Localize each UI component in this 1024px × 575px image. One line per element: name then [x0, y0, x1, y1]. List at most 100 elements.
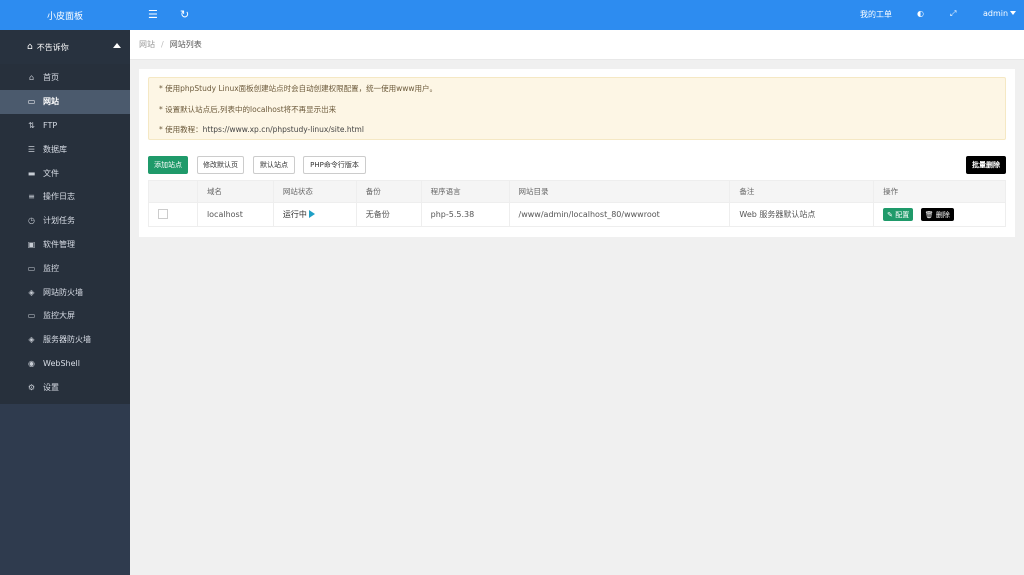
trash-icon: 🗑 — [924, 210, 936, 219]
notice-box: * 使用phpStudy Linux面板创建站点时会自动创建权限配置，统一使用w… — [148, 77, 1006, 140]
column-header-backup: 备份 — [355, 180, 422, 203]
monitor-chart-icon: ▭ — [27, 263, 36, 273]
row-checkbox[interactable] — [158, 208, 168, 219]
sidebar-item-1[interactable]: ▭ 网站 — [0, 89, 130, 114]
column-header-domain: 域名 — [196, 180, 274, 203]
sidebar-item-0[interactable]: ⌂ 首页 — [0, 66, 130, 90]
column-header-directory: 网站目录 — [508, 180, 731, 203]
sidebar-item-7[interactable]: ▣ 软件管理 — [0, 233, 130, 257]
sidebar-item-label: 软件管理 — [43, 239, 75, 249]
bulk-delete-button[interactable]: 批量删除 — [966, 156, 1006, 174]
column-header-remark: 备注 — [729, 180, 875, 203]
php-cli-version-button[interactable]: PHP命令行版本 — [303, 156, 366, 174]
my-tickets-link[interactable]: 我的工单 — [860, 9, 892, 20]
sidebar-item-5[interactable]: ≡ 操作日志 — [0, 185, 130, 209]
monitor-icon: ▭ — [27, 97, 36, 107]
sidebar-item-label: 监控大屏 — [43, 311, 75, 321]
home-icon: ⌂ — [28, 73, 35, 83]
menu-toggle-icon[interactable]: ☰ — [148, 8, 158, 21]
shield-icon: ◈ — [28, 287, 35, 297]
breadcrumb-current: 网站列表 — [169, 40, 202, 49]
sidebar-group-header[interactable]: ⌂ 不告诉你 — [0, 30, 130, 64]
home-outline-icon: ⌂ — [27, 42, 33, 52]
screen-icon: ▭ — [27, 311, 36, 321]
breadcrumb-separator: / — [161, 40, 164, 49]
sidebar-item-label: 设置 — [43, 382, 59, 392]
sidebar-item-4[interactable]: ▬ 文件 — [0, 161, 130, 185]
table-row: localhost 运行中 无备份 php-5.5.38 /www/admin/… — [148, 202, 1006, 227]
sidebar-item-10[interactable]: ▭ 监控大屏 — [0, 304, 130, 328]
log-icon: ≡ — [28, 192, 35, 202]
sidebar-item-label: 数据库 — [43, 144, 67, 154]
sidebar-item-label: 首页 — [43, 73, 59, 83]
user-menu[interactable]: admin — [983, 9, 1017, 18]
play-icon — [308, 210, 315, 218]
directory-cell[interactable]: /www/admin/localhost_80/wwwroot — [508, 202, 731, 227]
config-button[interactable]: ✎ 配置 — [883, 208, 914, 221]
column-header-status: 网站状态 — [272, 180, 357, 203]
ftp-icon: ⇅ — [28, 120, 35, 130]
sidebar-item-label: 计划任务 — [43, 216, 75, 226]
status-text: 运行中 — [282, 210, 307, 219]
brand-title[interactable]: 小皮面板 — [0, 0, 130, 30]
sidebar-item-13[interactable]: ⚙ 设置 — [0, 375, 130, 399]
topbar: ☰ ↻ 我的工单 ◐ ⤢ admin — [130, 0, 1024, 30]
caret-up-icon — [113, 43, 121, 48]
sidebar-item-label: 文件 — [43, 168, 59, 178]
sidebar-item-label: WebShell — [43, 358, 80, 368]
status-cell[interactable]: 运行中 — [272, 202, 357, 227]
pencil-icon: ✎ — [887, 210, 896, 219]
gear-icon: ⚙ — [27, 382, 36, 392]
notice-line-1: * 使用phpStudy Linux面板创建站点时会自动创建权限配置，统一使用w… — [159, 84, 438, 93]
breadcrumb-root[interactable]: 网站 — [139, 39, 155, 50]
sidebar-item-label: 服务器防火墙 — [43, 335, 91, 345]
row-select-cell — [148, 202, 198, 227]
sidebar-item-11[interactable]: ◈ 服务器防火墙 — [0, 328, 130, 352]
software-icon: ▣ — [27, 239, 36, 249]
sidebar-item-6[interactable]: ◷ 计划任务 — [0, 209, 130, 233]
user-name: admin — [983, 9, 1009, 18]
notice-line-3-prefix: * 使用教程： — [159, 125, 203, 134]
domain-cell[interactable]: localhost — [196, 202, 274, 227]
actions-cell: ✎ 配置 🗑 删除 — [873, 202, 1006, 227]
sidebar-item-2[interactable]: ⇅ FTP — [0, 114, 130, 138]
refresh-icon[interactable]: ↻ — [180, 8, 189, 21]
column-header-actions: 操作 — [873, 180, 1006, 203]
tutorial-link[interactable]: https://www.xp.cn/phpstudy-linux/site.ht… — [203, 125, 364, 134]
webshell-icon: ◉ — [28, 358, 35, 368]
column-header-language: 程序语言 — [420, 180, 510, 203]
sidebar-item-label: 操作日志 — [43, 192, 75, 202]
sidebar-group-label: 不告诉你 — [36, 42, 69, 52]
server-shield-icon: ◈ — [28, 335, 35, 345]
clock-icon: ◷ — [28, 216, 35, 226]
sidebar-item-8[interactable]: ▭ 监控 — [0, 256, 130, 280]
sidebar-item-12[interactable]: ◉ WebShell — [0, 352, 130, 376]
delete-label: 删除 — [935, 210, 950, 219]
table-header-row: 域名 网站状态 备份 程序语言 网站目录 备注 操作 — [148, 180, 1006, 203]
site-list-card: * 使用phpStudy Linux面板创建站点时会自动创建权限配置，统一使用w… — [139, 69, 1015, 237]
sidebar-item-label: 监控 — [43, 263, 59, 273]
config-label: 配置 — [895, 210, 910, 219]
sidebar-item-label: 网站 — [43, 97, 59, 107]
column-header-select — [148, 180, 198, 203]
edit-default-page-button[interactable]: 修改默认页 — [197, 156, 244, 174]
sidebar-item-label: 网站防火墙 — [43, 287, 83, 297]
backup-cell[interactable]: 无备份 — [355, 202, 422, 227]
sidebar-item-3[interactable]: ☰ 数据库 — [0, 137, 130, 161]
sidebar-item-9[interactable]: ◈ 网站防火墙 — [0, 280, 130, 304]
delete-button[interactable]: 🗑 删除 — [920, 208, 954, 221]
add-site-button[interactable]: 添加站点 — [148, 156, 188, 174]
breadcrumb: 网站 / 网站列表 — [130, 30, 1024, 60]
folder-icon: ▬ — [27, 168, 36, 178]
sidebar-menu: ⌂ 首页 ▭ 网站 ⇅ FTP ☰ 数据库 ▬ 文件 ≡ 操作日志 ◷ 计划任务 ▣ 软件管理 ▭ 监控 ◈ 网站防火… — [0, 64, 130, 404]
site-table: 域名 网站状态 备份 程序语言 网站目录 备注 操作 localhost 运行中… — [148, 180, 1006, 227]
language-cell: php-5.5.38 — [420, 202, 510, 227]
palette-icon[interactable]: ◐ — [917, 9, 924, 18]
sidebar-item-label: FTP — [43, 120, 58, 130]
remark-cell: Web 服务器默认站点 — [729, 202, 875, 227]
fullscreen-icon[interactable]: ⤢ — [950, 9, 956, 19]
caret-down-icon — [1010, 11, 1017, 15]
notice-line-3: * 使用教程：https://www.xp.cn/phpstudy-linux/… — [159, 125, 995, 146]
database-icon: ☰ — [27, 144, 36, 154]
default-site-button[interactable]: 默认站点 — [253, 156, 295, 174]
